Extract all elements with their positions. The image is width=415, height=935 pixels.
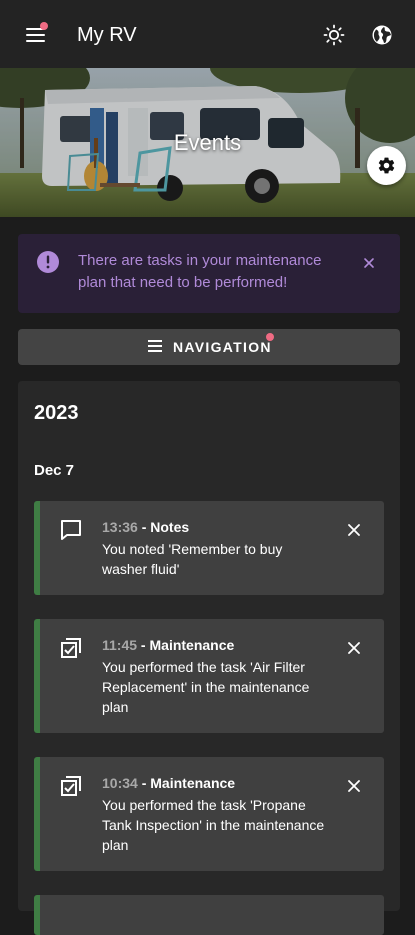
event-card: 10:34 - Maintenance You performed the ta… (34, 757, 384, 871)
navigation-button[interactable]: NAVIGATION (18, 329, 400, 365)
event-header: 11:45 - Maintenance (102, 637, 234, 653)
date-heading: Dec 7 (34, 462, 75, 479)
comment-icon (61, 520, 81, 540)
event-description: You performed the task 'Propane Tank Ins… (102, 797, 325, 853)
alert-message: There are tasks in your maintenance plan… (78, 252, 322, 291)
event-header: 13:36 - Notes (102, 519, 189, 535)
app-title: My RV (77, 24, 137, 46)
close-icon[interactable] (348, 642, 360, 654)
page-title: Events (173, 130, 242, 155)
event-card: 13:36 - Notes You noted 'Remember to buy… (34, 501, 384, 595)
event-separator: - (137, 519, 151, 535)
event-category: Notes (150, 519, 190, 535)
close-icon[interactable] (348, 524, 360, 536)
year-heading: 2023 (34, 402, 79, 424)
checklist-icon (61, 638, 81, 658)
event-category: Maintenance (149, 637, 235, 653)
close-icon[interactable] (348, 780, 360, 792)
event-header: 10:34 - Maintenance (102, 775, 235, 791)
navigation-badge-dot (266, 333, 274, 341)
notification-dot (40, 22, 48, 30)
brightness-icon[interactable] (322, 23, 346, 47)
exclamation-circle-icon (37, 251, 59, 273)
close-icon[interactable] (362, 256, 376, 270)
event-separator: - (137, 775, 151, 791)
event-separator: - (137, 637, 150, 653)
event-time: 13:36 (102, 519, 138, 535)
menu-lines-icon (148, 340, 162, 352)
navigation-label: NAVIGATION (173, 339, 272, 355)
app-bar: My RV (0, 0, 415, 68)
event-category: Maintenance (150, 775, 236, 791)
event-time: 10:34 (102, 775, 138, 791)
events-panel: 2023 Dec 7 13:36 - Notes You noted 'Reme… (18, 381, 400, 935)
checklist-icon (61, 776, 81, 796)
events-banner: Events (0, 68, 415, 217)
gear-icon (378, 157, 395, 174)
settings-button[interactable] (367, 146, 406, 185)
event-card: 11:45 - Maintenance You performed the ta… (34, 619, 384, 733)
maintenance-alert: There are tasks in your maintenance plan… (18, 234, 400, 313)
event-description: You performed the task 'Air Filter Repla… (102, 659, 310, 715)
event-description: You noted 'Remember to buy washer fluid' (102, 541, 283, 577)
event-card (34, 895, 384, 935)
globe-icon[interactable] (370, 23, 394, 47)
event-time: 11:45 (102, 637, 138, 653)
